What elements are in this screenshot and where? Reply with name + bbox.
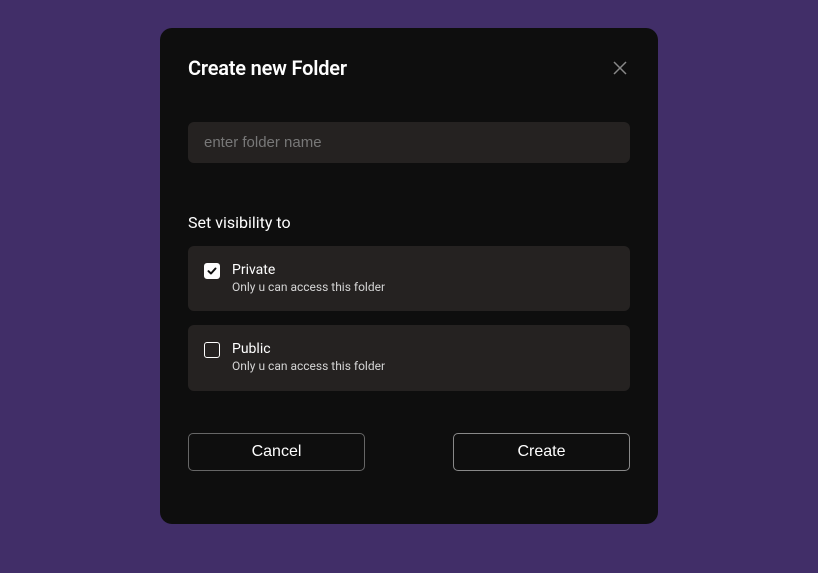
option-title-public: Public: [232, 341, 385, 358]
visibility-label: Set visibility to: [188, 213, 630, 232]
cancel-button[interactable]: Cancel: [188, 433, 365, 471]
create-button[interactable]: Create: [453, 433, 630, 471]
option-desc-public: Only u can access this folder: [232, 359, 385, 375]
option-text: Public Only u can access this folder: [232, 341, 385, 374]
option-text: Private Only u can access this folder: [232, 262, 385, 295]
button-row: Cancel Create: [188, 433, 630, 471]
visibility-option-private[interactable]: Private Only u can access this folder: [188, 246, 630, 311]
close-icon: [613, 61, 627, 75]
create-folder-modal: Create new Folder Set visibility to Priv…: [160, 28, 658, 524]
visibility-option-public[interactable]: Public Only u can access this folder: [188, 325, 630, 390]
modal-title: Create new Folder: [188, 56, 347, 80]
option-title-private: Private: [232, 262, 385, 279]
checkbox-public[interactable]: [204, 342, 220, 358]
checkmark-icon: [207, 266, 217, 276]
checkbox-private[interactable]: [204, 263, 220, 279]
modal-header: Create new Folder: [188, 56, 630, 80]
folder-name-input[interactable]: [188, 122, 630, 163]
option-desc-private: Only u can access this folder: [232, 280, 385, 296]
close-button[interactable]: [610, 58, 630, 78]
